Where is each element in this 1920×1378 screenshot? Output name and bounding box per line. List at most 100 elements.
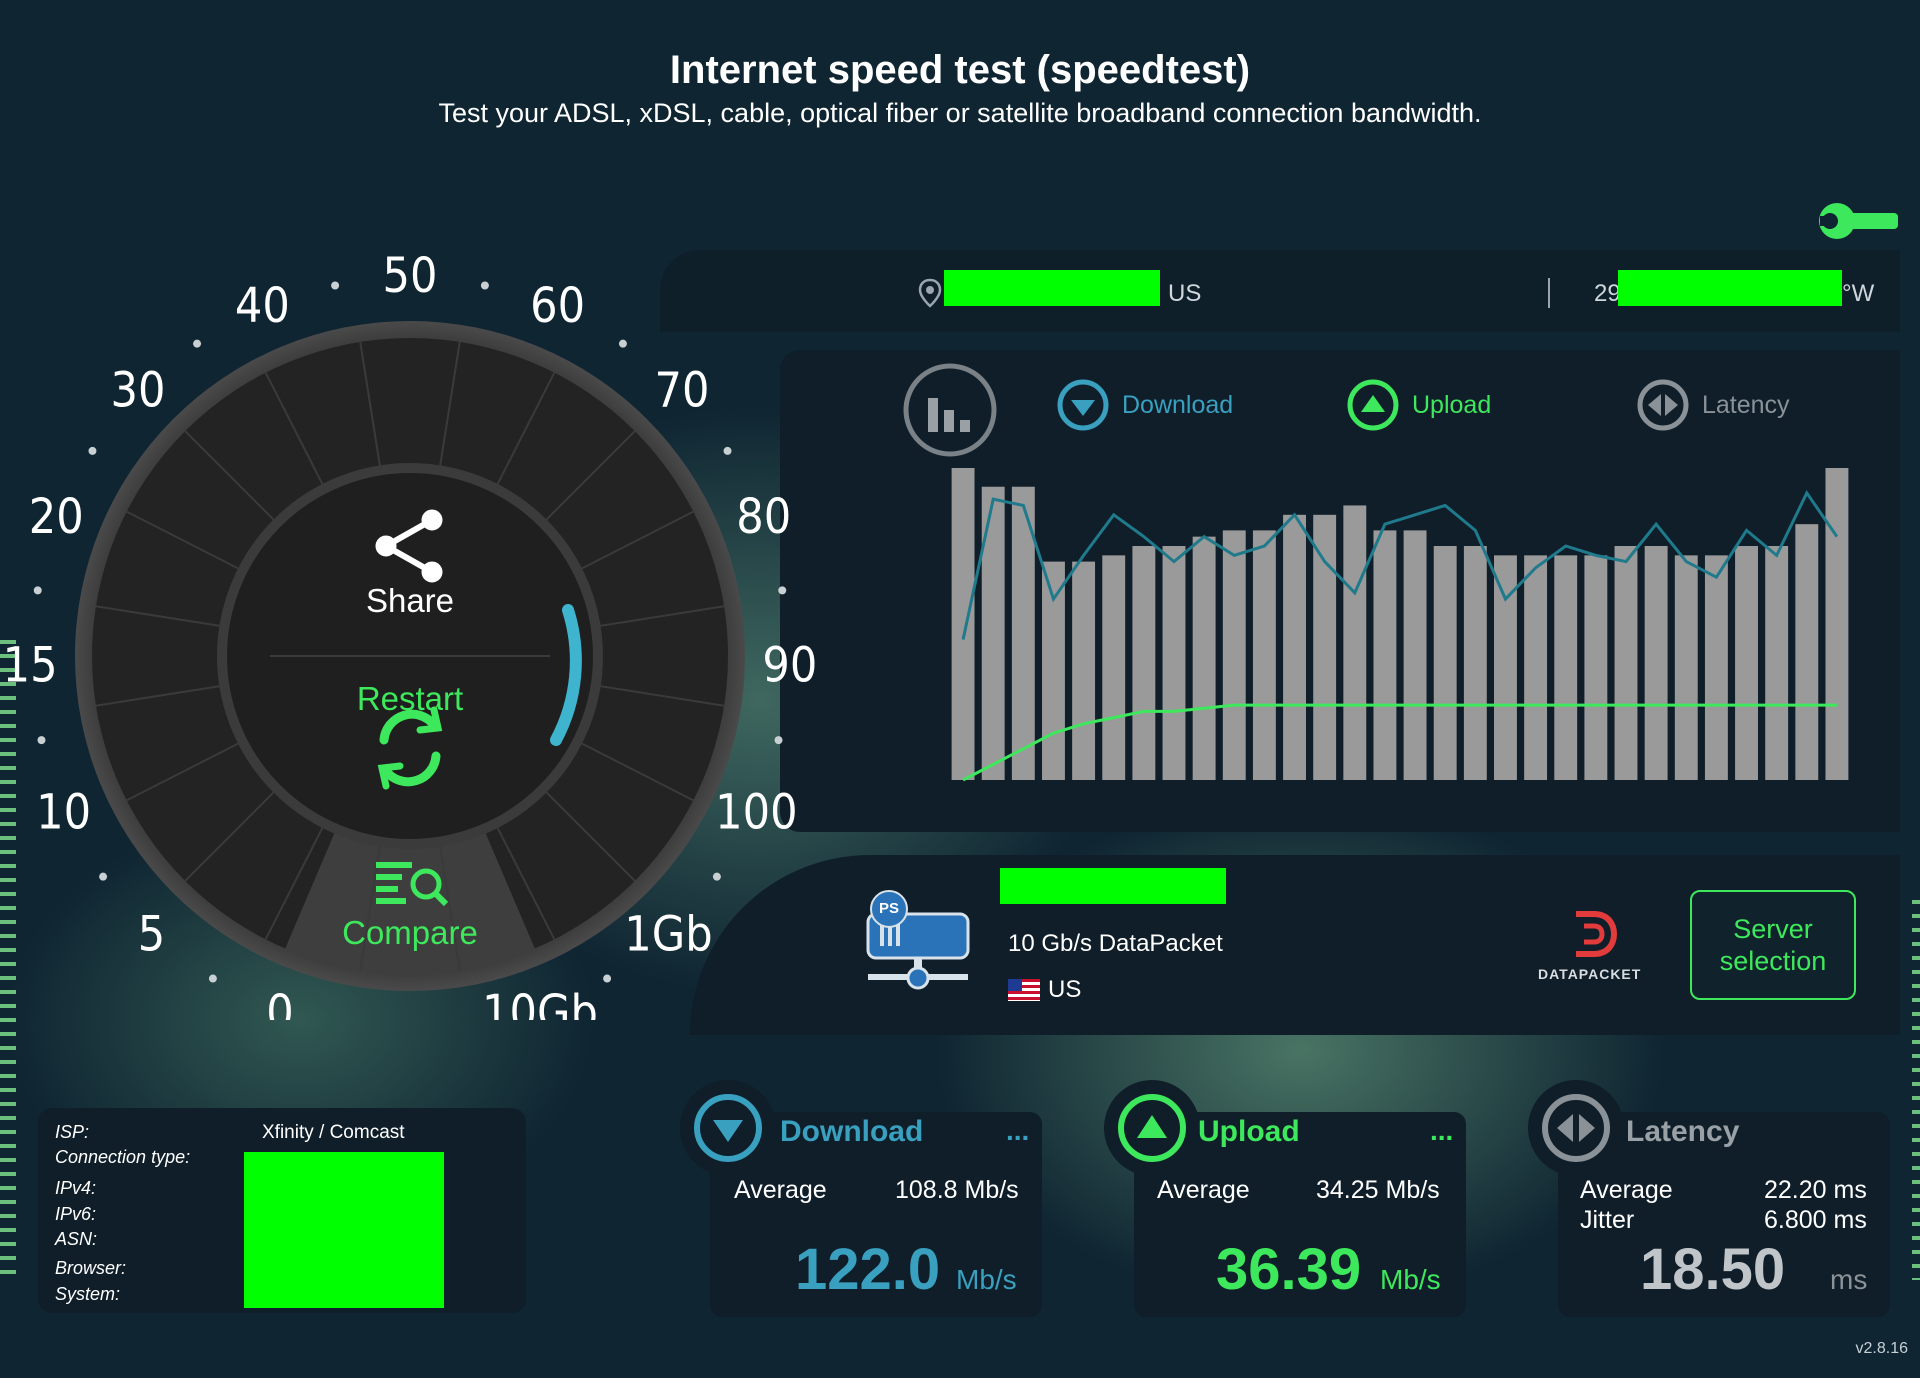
server-selection-button[interactable]: Server selection xyxy=(1690,890,1856,1000)
server-selection-line2: selection xyxy=(1719,946,1827,976)
gauge-scale-dot xyxy=(603,974,612,983)
gauge-scale-label: 70 xyxy=(655,363,710,419)
browser-label: Browser: xyxy=(55,1258,127,1278)
page-title: Internet speed test (speedtest) xyxy=(669,48,1251,92)
bar-chart-icon[interactable] xyxy=(900,360,1000,460)
speed-chart xyxy=(951,468,1849,782)
chart-bar xyxy=(1162,546,1186,780)
upload-unit: Mb/s xyxy=(1380,1264,1441,1295)
upload-card-title: Upload xyxy=(1198,1115,1300,1148)
asn-label: ASN: xyxy=(55,1229,98,1249)
chart-bar xyxy=(1674,555,1698,780)
latency-average-value: 22.20 ms xyxy=(1764,1176,1867,1204)
isp-label: ISP: xyxy=(55,1122,90,1142)
chart-bar xyxy=(1735,546,1758,780)
download-average-label: Average xyxy=(734,1176,827,1204)
tab-upload[interactable]: Upload xyxy=(1346,378,1491,432)
download-card-badge xyxy=(680,1080,776,1176)
chart-bar xyxy=(1644,546,1668,780)
speed-gauge: 05101520304050607080901001Gb10Gb Share R… xyxy=(3,248,818,1020)
chart-bar xyxy=(1252,530,1276,780)
gauge-scale-dot xyxy=(33,586,42,595)
server-name: 10 Gb/s DataPacket xyxy=(1008,930,1223,957)
gauge-scale-label: 10Gb xyxy=(482,985,598,1020)
coordinate-prefix: 29 xyxy=(1594,280,1621,307)
chart-bar xyxy=(1463,546,1487,780)
decorative-stripes-right xyxy=(1912,900,1920,1280)
isp-value: Xfinity / Comcast xyxy=(262,1122,405,1143)
gauge-scale-dot xyxy=(88,446,97,455)
chart-bar xyxy=(1283,514,1306,780)
chart-bar xyxy=(951,468,975,780)
upload-current-value: 36.39 xyxy=(1216,1237,1362,1302)
server-country: US xyxy=(1008,976,1081,1004)
latency-card-title: Latency xyxy=(1626,1115,1740,1148)
gauge-scale-label: 15 xyxy=(3,637,58,693)
download-current-value: 122.0 xyxy=(795,1237,941,1302)
latency-icon xyxy=(1637,379,1689,431)
chart-bar xyxy=(1313,514,1337,780)
server-badge: PS xyxy=(870,890,908,928)
latency-card-badge xyxy=(1528,1080,1624,1176)
chart-bar xyxy=(1765,546,1789,780)
chart-bars xyxy=(951,468,1849,780)
chart-bar xyxy=(1584,555,1608,780)
download-average-value: 108.8 Mb/s xyxy=(895,1176,1019,1204)
tab-download[interactable]: Download xyxy=(1056,378,1233,432)
system-label: System: xyxy=(55,1284,121,1304)
upload-average-label: Average xyxy=(1157,1176,1250,1204)
chart-bar xyxy=(1192,536,1216,780)
share-label: Share xyxy=(366,582,454,619)
page-subtitle: Test your ADSL, xDSL, cable, optical fib… xyxy=(438,98,1482,128)
gauge-scale-label: 40 xyxy=(235,278,290,334)
location-pin-icon xyxy=(918,278,942,308)
upload-card-icon xyxy=(1118,1094,1186,1162)
upload-icon xyxy=(1347,379,1399,431)
gauge-scale-label: 50 xyxy=(383,248,438,304)
latency-jitter-value: 6.800 ms xyxy=(1764,1206,1867,1234)
gauge-scale-dot xyxy=(774,736,783,745)
coordinate-suffix: °W xyxy=(1842,280,1875,307)
redacted-location xyxy=(944,270,1160,306)
tab-upload-label: Upload xyxy=(1412,390,1492,419)
gauge-scale-label: 30 xyxy=(111,363,166,419)
chart-bar xyxy=(1343,505,1367,780)
gauge-scale-dot xyxy=(480,281,489,290)
upload-card-badge xyxy=(1104,1080,1200,1176)
datapacket-logo-text: DATAPACKET xyxy=(1538,966,1642,982)
download-card-title: Download xyxy=(780,1115,924,1148)
gauge-scale-label: 90 xyxy=(762,637,817,693)
tab-latency[interactable]: Latency xyxy=(1636,378,1790,432)
gauge-scale-label: 100 xyxy=(715,784,797,840)
location-country: US xyxy=(1168,280,1202,307)
chart-bar xyxy=(1403,530,1427,780)
chart-bar xyxy=(1825,468,1849,780)
gauge-scale-label: 1Gb xyxy=(624,907,712,963)
compare-label: Compare xyxy=(342,914,478,951)
gauge-scale-label: 0 xyxy=(266,985,293,1020)
location-divider xyxy=(1548,278,1550,308)
gauge-scale-dot xyxy=(618,339,627,348)
gauge-scale-dot xyxy=(208,974,217,983)
latency-average-label: Average xyxy=(1580,1176,1673,1204)
redacted-server-location xyxy=(1000,868,1226,904)
chart-bar xyxy=(1433,546,1457,780)
upload-more-button[interactable]: ... xyxy=(1430,1115,1453,1147)
gauge-scale-dot xyxy=(37,736,46,745)
chart-bar xyxy=(1132,546,1156,780)
gauge-scale-dot xyxy=(99,872,108,881)
wrench-icon[interactable] xyxy=(1812,196,1902,246)
download-card-icon xyxy=(694,1094,762,1162)
tab-latency-label: Latency xyxy=(1702,390,1790,419)
download-more-button[interactable]: ... xyxy=(1006,1115,1029,1147)
latency-jitter-label: Jitter xyxy=(1580,1206,1635,1234)
gauge-scale-dot xyxy=(723,446,732,455)
datapacket-logo-icon xyxy=(1576,911,1618,957)
upload-average-value: 34.25 Mb/s xyxy=(1316,1176,1440,1204)
connection-type-label: Connection type: xyxy=(55,1147,191,1167)
server-selection-line1: Server xyxy=(1733,914,1813,944)
latency-current-value: 18.50 xyxy=(1640,1237,1786,1302)
chart-bar xyxy=(1373,530,1397,780)
gauge-scale-dot xyxy=(331,281,340,290)
gauge-scale-label: 60 xyxy=(530,278,585,334)
